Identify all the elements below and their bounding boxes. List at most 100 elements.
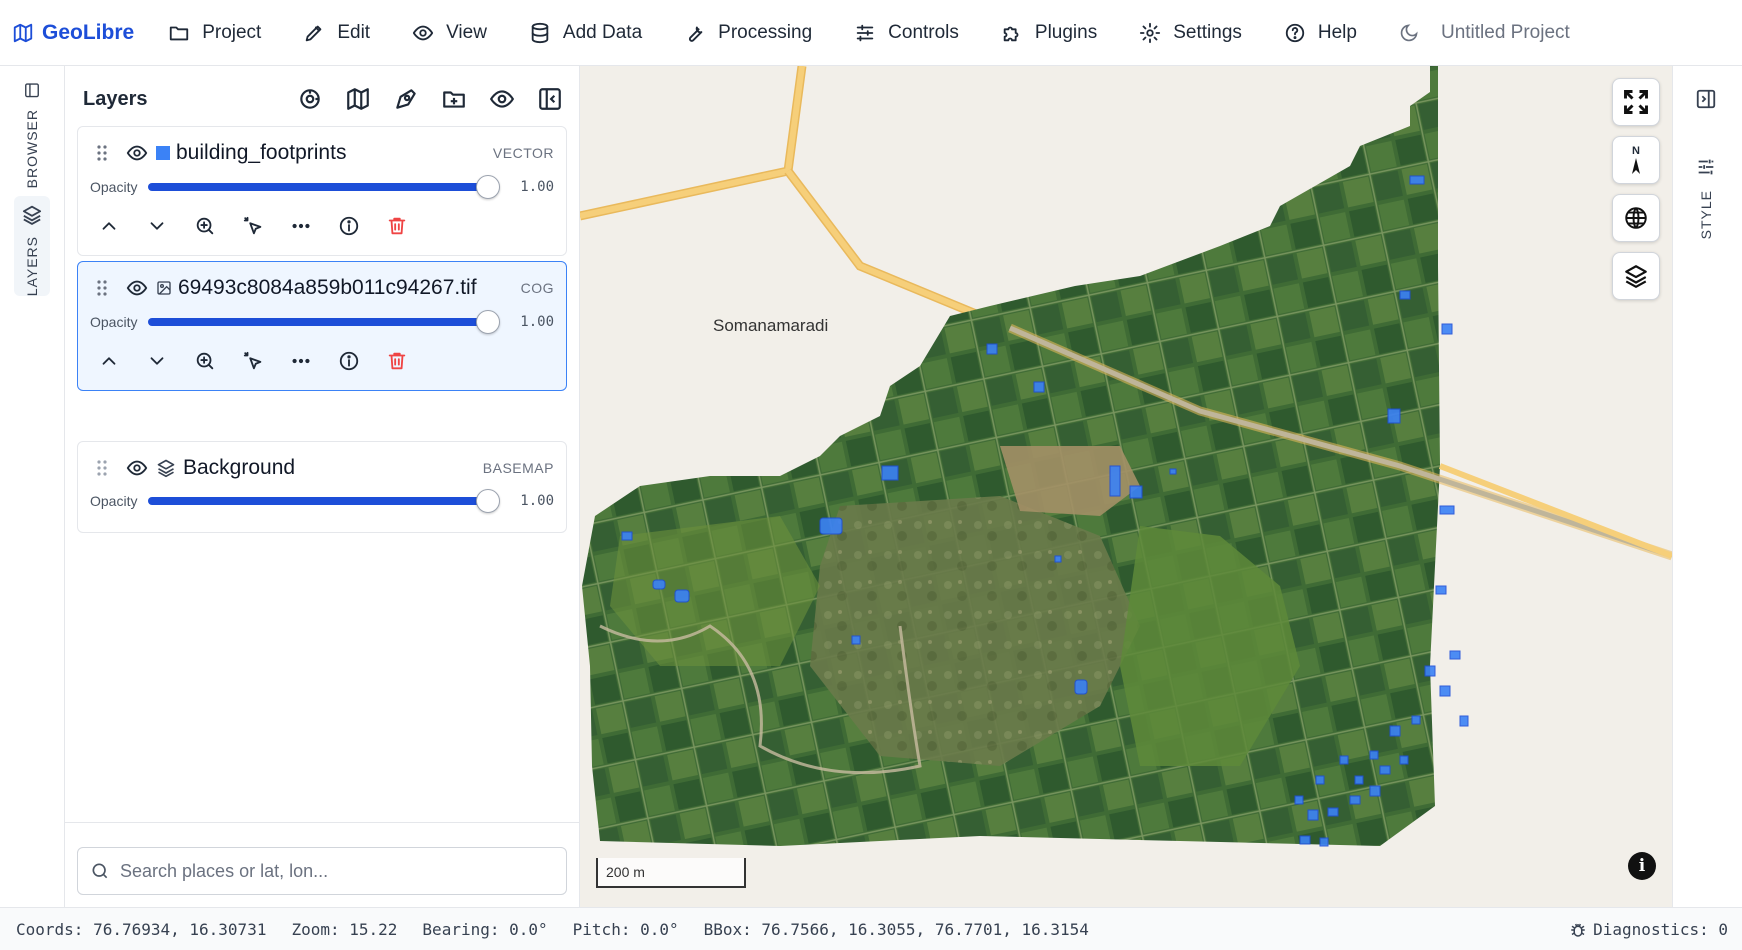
wrench-icon (689, 26, 703, 42)
collapse-panel-icon[interactable] (537, 86, 563, 112)
menu-settings[interactable]: Settings (1139, 22, 1242, 44)
raster-image-icon (157, 281, 171, 295)
delete-trash-button[interactable] (386, 350, 408, 377)
delete-trash-icon (388, 352, 406, 370)
opacity-value: 1.00 (520, 179, 554, 195)
layer-card-background[interactable]: Background BASEMAP Opacity 1.00 (77, 441, 567, 533)
layer-card-cog[interactable]: 69493c8084a859b011c94267.tif COG Opacity… (77, 261, 567, 391)
menu-label: Project (202, 21, 262, 43)
tab-layers-label: LAYERS (24, 235, 40, 296)
layer-header: building_footprints VECTOR (78, 141, 566, 165)
identify-pointer-button[interactable] (242, 350, 264, 377)
move-down-icon (150, 222, 164, 230)
move-down-icon (150, 357, 164, 365)
layer-card-building-footprints[interactable]: building_footprints VECTOR Opacity 1.00 (77, 126, 567, 256)
search-input[interactable] (120, 860, 540, 882)
move-up-button[interactable] (98, 350, 120, 377)
menu-project[interactable]: Project (168, 22, 261, 44)
opacity-slider[interactable] (148, 318, 488, 326)
tab-layers[interactable]: LAYERS (14, 196, 50, 296)
menu-view[interactable]: View (412, 22, 487, 44)
menu-controls[interactable]: Controls (854, 22, 959, 44)
fullscreen-button[interactable] (1612, 78, 1660, 126)
opacity-slider-knob[interactable] (476, 175, 500, 199)
opacity-value: 1.00 (520, 493, 554, 509)
tab-browser[interactable]: BROWSER (14, 78, 50, 188)
visibility-eye-icon[interactable] (126, 457, 148, 479)
layers-icon (22, 205, 42, 225)
layers-panel: Layers building_footprints VECTOR Opacit… (65, 66, 580, 907)
visibility-eye-icon[interactable] (126, 277, 148, 299)
more-options-button[interactable] (290, 215, 312, 242)
diagnostics-button[interactable]: Diagnostics: 0 (1569, 920, 1728, 939)
more-options-button[interactable] (290, 350, 312, 377)
layer-type-badge: COG (520, 280, 554, 296)
status-zoom: Zoom: 15.22 (291, 919, 398, 939)
layer-name: Background (183, 456, 296, 479)
map-canvas[interactable]: Somanamaradi N 200 m i (580, 66, 1672, 907)
info-button[interactable] (338, 350, 360, 377)
opacity-slider[interactable] (148, 497, 488, 505)
drag-handle-icon[interactable] (96, 459, 108, 477)
theme-toggle-button[interactable] (1399, 23, 1419, 43)
delete-trash-button[interactable] (386, 215, 408, 242)
layer-header: Background BASEMAP (78, 456, 566, 480)
opacity-label: Opacity (90, 179, 138, 195)
move-up-button[interactable] (98, 215, 120, 242)
menu-plugins[interactable]: Plugins (1001, 22, 1097, 44)
menu-add-data[interactable]: Add Data (529, 22, 642, 44)
folder-icon (170, 26, 189, 40)
toggle-visibility-icon[interactable] (489, 86, 515, 112)
left-rail: BROWSER LAYERS (0, 66, 65, 907)
project-name[interactable]: Untitled Project (1441, 22, 1570, 44)
opacity-slider-knob[interactable] (476, 310, 500, 334)
help-circle-icon (1285, 23, 1305, 42)
place-search-box[interactable] (77, 847, 567, 895)
layer-actions (98, 350, 408, 377)
globe-projection-button[interactable] (1612, 194, 1660, 242)
info-button[interactable] (338, 215, 360, 242)
menu-help[interactable]: Help (1284, 22, 1357, 44)
identify-pointer-icon (243, 351, 262, 370)
identify-pointer-button[interactable] (242, 215, 264, 242)
style-sliders-icon (1698, 159, 1714, 175)
add-group-icon[interactable] (441, 86, 467, 112)
layer-actions (98, 215, 408, 242)
layer-type-badge: VECTOR (492, 145, 554, 161)
opacity-value: 1.00 (520, 314, 554, 330)
menu-processing[interactable]: Processing (684, 22, 812, 44)
layer-color-swatch (156, 146, 170, 160)
app-brand[interactable]: GeoLibre (12, 21, 134, 45)
move-up-icon (102, 222, 116, 230)
drag-handle-icon[interactable] (96, 144, 108, 162)
info-icon (339, 216, 359, 236)
move-down-button[interactable] (146, 350, 168, 377)
layer-name: 69493c8084a859b011c94267.tif (178, 276, 477, 299)
draw-pen-icon[interactable] (393, 86, 419, 112)
attribution-info-button[interactable]: i (1628, 852, 1656, 880)
zoom-to-layer-button[interactable] (194, 350, 216, 377)
visibility-eye-icon[interactable] (126, 142, 148, 164)
layers-toolbar (297, 86, 563, 112)
expand-right-panel-button[interactable] (1695, 88, 1717, 115)
add-service-icon[interactable] (297, 86, 323, 112)
tab-browser-label: BROWSER (24, 108, 40, 188)
drag-handle-icon[interactable] (96, 279, 108, 297)
move-down-button[interactable] (146, 215, 168, 242)
tab-style[interactable]: STYLE (1695, 156, 1717, 239)
map-icon (13, 23, 33, 42)
opacity-slider-knob[interactable] (476, 489, 500, 513)
zoom-to-layer-button[interactable] (194, 215, 216, 242)
add-basemap-icon[interactable] (345, 86, 371, 112)
more-options-icon (292, 358, 310, 364)
top-menu-bar: GeoLibre Project Edit View Add Data Processi… (0, 0, 1742, 66)
compass-button[interactable]: N (1612, 136, 1660, 184)
layer-switcher-button[interactable] (1612, 252, 1660, 300)
opacity-slider[interactable] (148, 183, 488, 191)
menu-edit[interactable]: Edit (303, 22, 370, 44)
moon-icon (1400, 23, 1418, 41)
bug-icon (1571, 923, 1585, 937)
zoom-to-layer-icon (196, 217, 214, 235)
status-bearing: Bearing: 0.0° (422, 919, 548, 939)
database-icon (531, 22, 549, 43)
